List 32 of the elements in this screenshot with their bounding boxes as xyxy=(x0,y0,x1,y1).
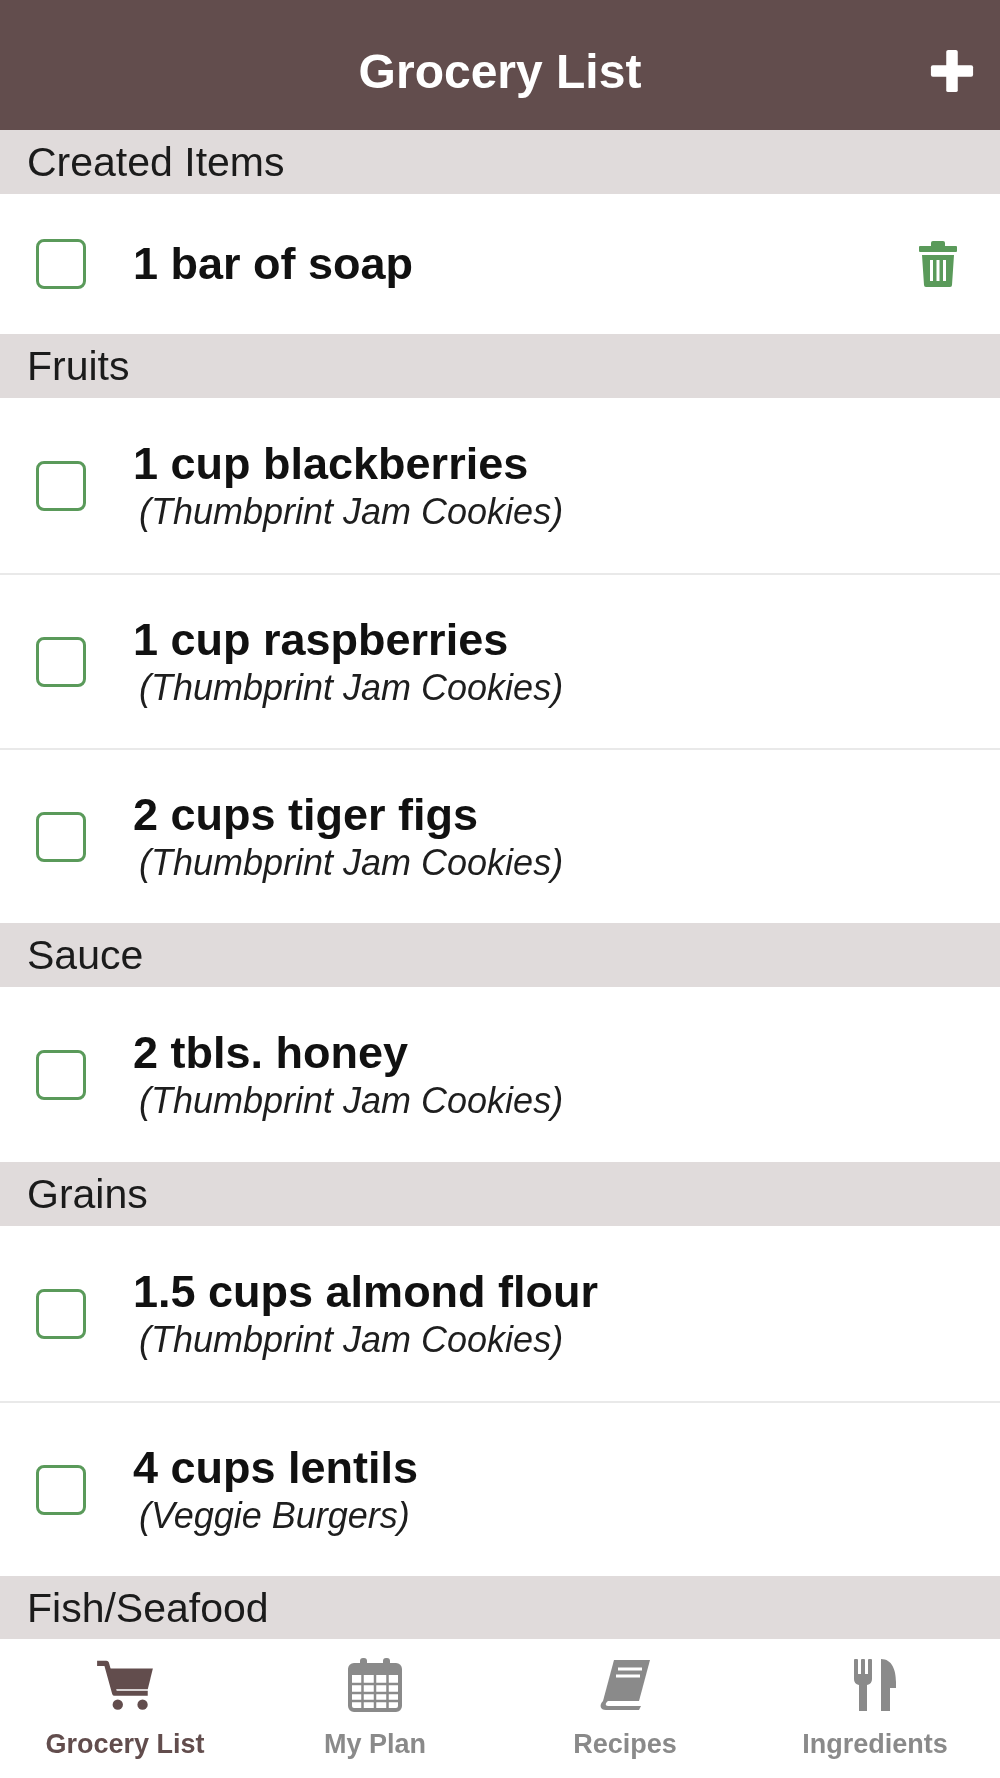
trash-icon[interactable] xyxy=(918,241,958,287)
recipe-source: (Thumbprint Jam Cookies) xyxy=(139,840,564,885)
nav-tab[interactable]: Recipes xyxy=(500,1639,750,1778)
add-icon[interactable] xyxy=(929,48,975,94)
section-header: Fish/Seafood xyxy=(0,1576,1000,1639)
recipe-source: (Veggie Burgers) xyxy=(139,1493,410,1538)
section-header: Created Items xyxy=(0,130,1000,194)
checkbox[interactable] xyxy=(36,1464,86,1515)
checkbox[interactable] xyxy=(36,239,86,289)
checkbox[interactable] xyxy=(36,811,86,862)
nav-tab[interactable]: My Plan xyxy=(250,1639,500,1778)
section-header: Grains xyxy=(0,1162,1000,1226)
recipe-source: (Thumbprint Jam Cookies) xyxy=(139,1317,564,1362)
section-header: Sauce xyxy=(0,923,1000,987)
item-name: 2 tbls. honey xyxy=(133,1026,409,1079)
checkbox[interactable] xyxy=(36,460,86,511)
screen-title: Grocery List xyxy=(358,43,642,99)
nav-tab[interactable]: Grocery List xyxy=(0,1639,250,1778)
recipe-source: (Thumbprint Jam Cookies) xyxy=(139,1078,564,1123)
item-name: 1 cup blackberries xyxy=(133,437,529,490)
recipe-source: (Thumbprint Jam Cookies) xyxy=(139,665,564,710)
checkbox[interactable] xyxy=(36,1049,86,1100)
section-header: Fruits xyxy=(0,334,1000,398)
item-name: 4 cups lentils xyxy=(133,1441,419,1494)
recipe-source: (Thumbprint Jam Cookies) xyxy=(139,489,564,534)
nav-tab[interactable]: Ingredients xyxy=(750,1639,1000,1778)
checkbox[interactable] xyxy=(36,1288,86,1339)
item-name: 1.5 cups almond flour xyxy=(133,1265,599,1318)
item-name: 1 cup raspberries xyxy=(133,613,509,666)
item-name: 1 bar of soap xyxy=(133,238,414,290)
checkbox[interactable] xyxy=(36,636,86,687)
item-name: 2 cups tiger figs xyxy=(133,788,479,841)
